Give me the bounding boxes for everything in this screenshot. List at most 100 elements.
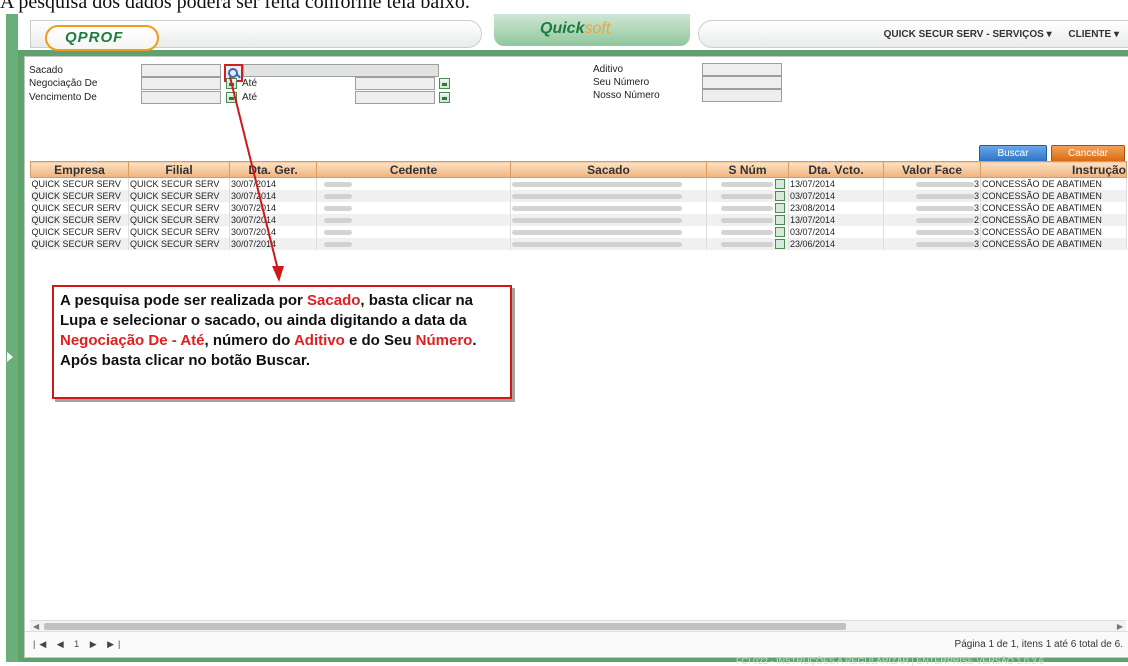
cell-s-num [706,177,789,190]
negociacao-ate-input[interactable] [355,77,435,90]
valor-face-digit: 3 [973,179,979,189]
cell-valor-face: 3 [883,226,981,238]
cell-dta-ger: 30/07/2014 [229,190,317,202]
cell-sacado-redacted [510,190,707,202]
results-table: Empresa Filial Dta. Ger. Cedente Sacado … [30,161,1127,250]
cell-valor-face: 3 [883,202,981,214]
cell-filial: QUICK SECUR SERV [128,202,230,214]
nosso-numero-input[interactable] [702,89,782,102]
cell-sacado-redacted [510,202,707,214]
side-collapse-strip[interactable] [6,14,18,662]
cell-dta-ger: 30/07/2014 [229,214,317,226]
col-empresa[interactable]: Empresa [30,161,129,178]
calendar-icon[interactable] [439,78,450,89]
page-caption: A pesquisa dos dados poderá ser feita co… [0,0,470,13]
col-instrucao[interactable]: Instrução [980,161,1127,178]
calendar-icon[interactable] [775,215,785,226]
col-filial[interactable]: Filial [128,161,230,178]
cell-cedente-redacted [316,238,511,250]
table-row[interactable]: QUICK SECUR SERV QUICK SECUR SERV 30/07/… [30,177,1127,190]
cell-cedente-redacted [316,226,511,238]
calendar-icon[interactable] [775,203,785,214]
table-row[interactable]: QUICK SECUR SERV QUICK SECUR SERV 30/07/… [30,190,1127,202]
col-dta-ger[interactable]: Dta. Ger. [229,161,317,178]
table-row[interactable]: QUICK SECUR SERV QUICK SECUR SERV 30/07/… [30,238,1127,250]
cell-filial: QUICK SECUR SERV [128,238,230,250]
brand-quick: Quick [540,20,585,37]
sacado-input[interactable] [141,64,221,77]
table-row[interactable]: QUICK SECUR SERV QUICK SECUR SERV 30/07/… [30,214,1127,226]
calendar-icon[interactable] [226,78,237,89]
col-valor-face[interactable]: Valor Face [883,161,981,178]
cell-dta-vcto: 03/07/2014 [788,190,884,202]
cell-valor-face: 2 [883,214,981,226]
cell-sacado-redacted [510,177,707,190]
cell-empresa: QUICK SECUR SERV [30,202,129,214]
table-row[interactable]: QUICK SECUR SERV QUICK SECUR SERV 30/07/… [30,226,1127,238]
col-sacado[interactable]: Sacado [510,161,707,178]
pagination-bar: |◀ ◀ 1 ▶ ▶| Página 1 de 1, itens 1 até 6… [25,631,1128,656]
aditivo-input[interactable] [702,63,782,76]
annotation-callout: A pesquisa pode ser realizada por Sacado… [52,285,512,399]
ate-label: Até [242,92,258,103]
cell-s-num [706,190,789,202]
cell-valor-face: 3 [883,238,981,250]
calendar-icon[interactable] [439,92,450,103]
cell-valor-face: 3 [883,177,981,190]
cell-dta-vcto: 13/07/2014 [788,214,884,226]
valor-face-digit: 3 [973,191,979,201]
negociacao-label: Negociação De [29,78,98,89]
client-menu[interactable]: CLIENTE ▾ [1068,29,1119,40]
calendar-icon[interactable] [775,239,785,250]
scroll-left-icon[interactable]: ◀ [33,622,39,631]
cell-sacado-redacted [510,214,707,226]
company-menu[interactable]: QUICK SECUR SERV - SERVIÇOS ▾ [884,29,1052,40]
cell-instrucao: CONCESSÃO DE ABATIMEN [980,214,1127,226]
nosso-numero-label: Nosso Número [593,90,660,101]
calendar-icon[interactable] [775,179,785,190]
cell-dta-vcto: 03/07/2014 [788,226,884,238]
table-header-row: Empresa Filial Dta. Ger. Cedente Sacado … [30,161,1127,178]
cancelar-button[interactable]: Cancelar [1051,145,1125,162]
callout-text: , número do [204,332,294,349]
cell-dta-ger: 30/07/2014 [229,238,317,250]
cell-filial: QUICK SECUR SERV [128,177,230,190]
buscar-button[interactable]: Buscar [979,145,1047,162]
scroll-right-icon[interactable]: ▶ [1117,622,1123,631]
col-dta-vcto[interactable]: Dta. Vcto. [788,161,884,178]
callout-highlight: Negociação De - Até [60,332,205,349]
pager-nav-icons[interactable]: |◀ ◀ 1 ▶ ▶| [33,639,124,650]
cell-cedente-redacted [316,177,511,190]
sacado-label: Sacado [29,65,63,76]
calendar-icon[interactable] [226,92,237,103]
valor-face-digit: 3 [973,203,979,213]
app-header: QPROF Quicksoft QUICK SECUR SERV - SERVI… [18,14,1128,51]
header-right-tab: QUICK SECUR SERV - SERVIÇOS ▾ CLIENTE ▾ [698,20,1128,48]
valor-face-digit: 3 [973,227,979,237]
scrollbar-thumb[interactable] [44,623,846,630]
seu-numero-input[interactable] [702,76,782,89]
quicksoft-brand: Quicksoft [494,14,690,46]
table-row[interactable]: QUICK SECUR SERV QUICK SECUR SERV 30/07/… [30,202,1127,214]
col-s-num[interactable]: S Núm [706,161,789,178]
cell-dta-vcto: 23/06/2014 [788,238,884,250]
vencimento-de-input[interactable] [141,91,221,104]
col-cedente[interactable]: Cedente [316,161,511,178]
expand-arrow-icon[interactable] [7,352,13,362]
cell-valor-face: 3 [883,190,981,202]
cell-cedente-redacted [316,190,511,202]
negociacao-de-input[interactable] [141,77,221,90]
cell-cedente-redacted [316,214,511,226]
aditivo-label: Aditivo [593,64,624,75]
cell-filial: QUICK SECUR SERV [128,190,230,202]
logo-text: QPROF [65,29,124,46]
cell-filial: QUICK SECUR SERV [128,214,230,226]
callout-highlight: Sacado [307,292,361,309]
calendar-icon[interactable] [775,191,785,202]
header-left-tab: QPROF [30,20,482,51]
sacado-name-field [243,64,439,77]
cell-instrucao: CONCESSÃO DE ABATIMEN [980,238,1127,250]
cell-s-num [706,226,789,238]
vencimento-ate-input[interactable] [355,91,435,104]
calendar-icon[interactable] [775,227,785,238]
